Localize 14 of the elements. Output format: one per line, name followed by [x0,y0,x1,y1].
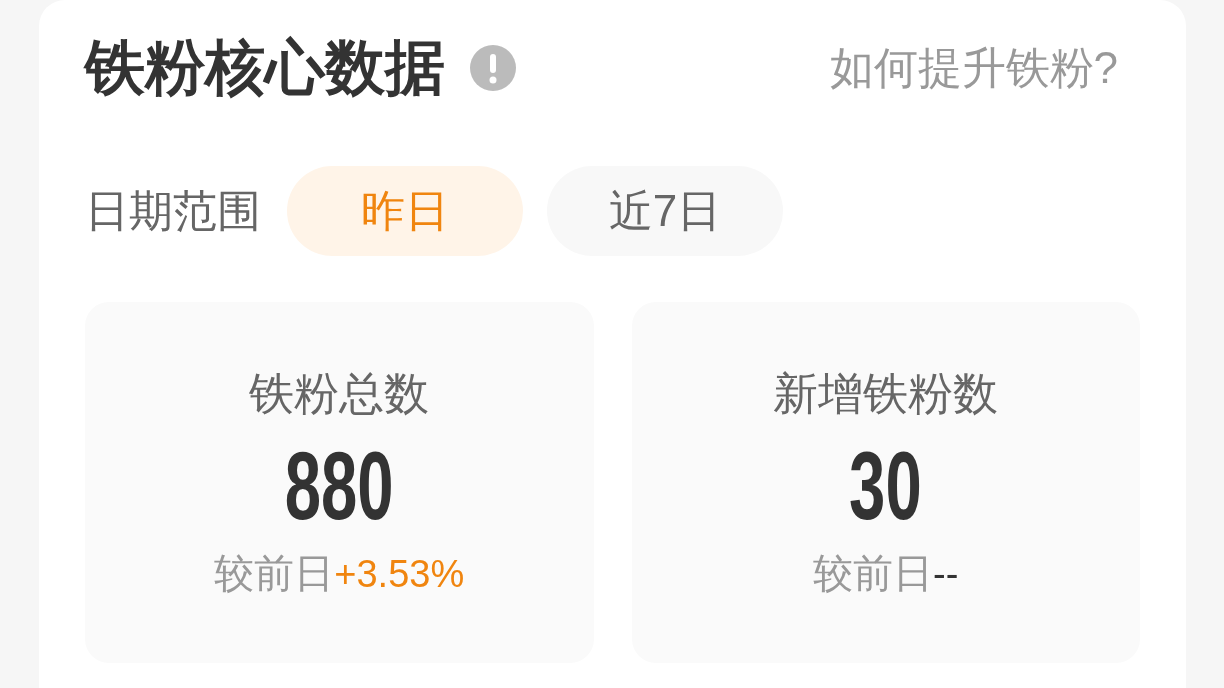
change-value: -- [933,551,959,597]
change-value: +3.53% [334,551,465,597]
help-link[interactable]: 如何提升铁粉? [829,42,1118,94]
metric-value: 30 [849,445,923,526]
metric-label: 铁粉总数 [249,367,430,420]
section-title: 铁粉核心数据 [85,36,445,100]
date-range-tab[interactable]: 昨日 [287,166,523,256]
metric-label: 新增铁粉数 [773,367,999,420]
metric-value: 880 [284,445,394,526]
compare-label: 较前日 [214,549,335,597]
date-range-label: 日期范围 [85,185,261,237]
info-icon[interactable] [470,45,516,91]
compare-label: 较前日 [813,549,934,597]
date-range-tab[interactable]: 近7日 [547,166,783,256]
